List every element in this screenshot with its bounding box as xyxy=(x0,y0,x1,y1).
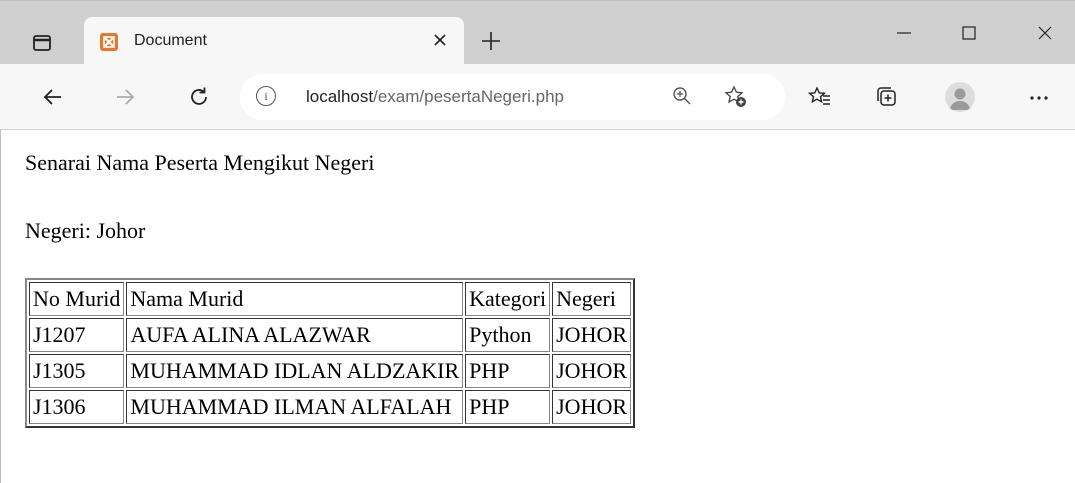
cell-kategori: Python xyxy=(465,318,551,352)
back-icon[interactable] xyxy=(38,82,68,112)
cell-negeri: JOHOR xyxy=(552,354,632,388)
favorites-icon[interactable] xyxy=(805,82,835,112)
tab-title: Document xyxy=(134,32,207,49)
cell-nama-murid: MUHAMMAD ILMAN ALFALAH xyxy=(126,390,464,424)
url-host: localhost xyxy=(306,87,374,106)
negeri-line: Negeri: Johor xyxy=(25,218,145,244)
tab-actions-icon[interactable] xyxy=(30,31,54,55)
tab-document[interactable]: Document xyxy=(84,17,464,65)
negeri-value: Johor xyxy=(96,218,146,243)
cell-no-murid: J1305 xyxy=(29,354,125,388)
negeri-label: Negeri: xyxy=(25,218,97,243)
table-row: J1207 AUFA ALINA ALAZWAR Python JOHOR xyxy=(29,318,632,352)
url-text[interactable]: localhost/exam/pesertaNegeri.php xyxy=(306,87,564,107)
cell-negeri: JOHOR xyxy=(552,318,632,352)
cell-negeri: JOHOR xyxy=(552,390,632,424)
forward-icon[interactable] xyxy=(110,82,140,112)
table-row: J1305 MUHAMMAD IDLAN ALDZAKIR PHP JOHOR xyxy=(29,354,632,388)
more-options-icon[interactable] xyxy=(1024,82,1054,112)
new-tab-icon[interactable] xyxy=(480,29,502,57)
zoom-icon[interactable] xyxy=(672,86,692,111)
site-info-icon[interactable]: i xyxy=(256,86,276,106)
url-path: /exam/pesertaNegeri.php xyxy=(373,87,564,106)
table-header-row: No Murid Nama Murid Kategori Negeri xyxy=(29,282,632,316)
cell-no-murid: J1207 xyxy=(29,318,125,352)
cell-kategori: PHP xyxy=(465,354,551,388)
maximize-icon[interactable] xyxy=(949,19,989,47)
column-header-negeri: Negeri xyxy=(552,282,632,316)
profile-avatar[interactable] xyxy=(945,82,975,112)
address-bar[interactable]: i localhost/exam/pesertaNegeri.php xyxy=(240,74,785,120)
xampp-favicon-icon xyxy=(100,33,118,51)
cell-no-murid: J1306 xyxy=(29,390,125,424)
refresh-icon[interactable] xyxy=(184,82,214,112)
table-row: J1306 MUHAMMAD ILMAN ALFALAH PHP JOHOR xyxy=(29,390,632,424)
peserta-table: No Murid Nama Murid Kategori Negeri J120… xyxy=(25,278,636,428)
column-header-no-murid: No Murid xyxy=(29,282,125,316)
page-heading: Senarai Nama Peserta Mengikut Negeri xyxy=(25,150,375,175)
navigation-bar: i localhost/exam/pesertaNegeri.php xyxy=(0,64,1075,130)
page-content: Senarai Nama Peserta Mengikut Negeri Neg… xyxy=(0,130,1075,483)
cell-nama-murid: AUFA ALINA ALAZWAR xyxy=(126,318,464,352)
cell-nama-murid: MUHAMMAD IDLAN ALDZAKIR xyxy=(126,354,464,388)
add-favorite-icon[interactable] xyxy=(724,85,748,114)
collections-icon[interactable] xyxy=(872,82,902,112)
tab-strip: Document xyxy=(0,0,1075,65)
column-header-nama-murid: Nama Murid xyxy=(126,282,464,316)
browser-chrome: Document i localhost/exam/pesertaNegeri.… xyxy=(0,0,1075,130)
column-header-kategori: Kategori xyxy=(465,282,551,316)
minimize-icon[interactable] xyxy=(884,19,924,47)
close-window-icon[interactable] xyxy=(1025,19,1065,47)
close-tab-icon[interactable] xyxy=(430,31,450,51)
cell-kategori: PHP xyxy=(465,390,551,424)
